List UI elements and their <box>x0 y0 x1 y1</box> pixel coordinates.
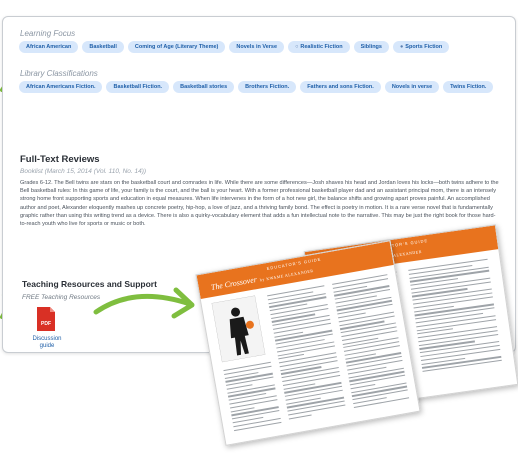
discussion-guide-link[interactable]: Discussion guide <box>27 336 67 350</box>
tag-chip[interactable]: Fathers and sons Fiction. <box>300 81 381 93</box>
tag-chip[interactable]: Basketball <box>82 41 124 53</box>
tag-chip-label: African Americans Fiction. <box>26 84 96 90</box>
tag-chip-label: Coming of Age (Literary Theme) <box>134 44 219 50</box>
teaching-resources-subtitle: FREE Teaching Resources <box>22 294 101 301</box>
learning-focus-chips: African American Basketball Coming of Age … <box>19 41 505 53</box>
tag-chip[interactable]: Novels in Verse <box>229 41 285 53</box>
book-cover-image <box>211 295 266 363</box>
tag-chip-label: Novels in verse <box>391 84 433 90</box>
arrow-pointer-icon <box>93 287 195 319</box>
tag-chip[interactable]: ○ Realistic Fiction <box>288 41 350 53</box>
library-classifications-chips: African Americans Fiction. Basketball Fic… <box>19 81 505 93</box>
tag-chip[interactable]: Basketball stories <box>173 81 235 93</box>
tag-chip[interactable]: Novels in verse <box>384 81 440 93</box>
tag-chip[interactable]: African American <box>19 41 79 53</box>
tag-chip-label: African American <box>26 44 72 50</box>
library-classifications-label: Library Classifications <box>20 69 98 78</box>
tag-chip-label: Siblings <box>360 44 382 50</box>
review-source: Booklist (March 15, 2014 (Vol. 110, No. … <box>20 168 147 175</box>
pdf-file-icon[interactable]: PDF <box>36 306 56 332</box>
tag-chip[interactable]: Basketball Fiction. <box>106 81 170 93</box>
tag-chip-label: Basketball stories <box>180 84 228 90</box>
tag-chip-label: Basketball <box>89 44 117 50</box>
circle-dot-icon: ○ <box>295 44 299 50</box>
tag-chip[interactable]: Twins Fiction. <box>443 81 494 93</box>
tag-chip[interactable]: ● Sports Fiction <box>392 41 450 53</box>
tag-chip-label: Sports Fiction <box>405 44 443 50</box>
tag-chip-label: Twins Fiction. <box>450 84 487 90</box>
tag-chip-label: Fathers and sons Fiction. <box>307 84 374 90</box>
tag-chip[interactable]: Brothers Fiction. <box>238 81 297 93</box>
tag-chip[interactable]: Coming of Age (Literary Theme) <box>127 41 226 53</box>
tag-chip-label: Realistic Fiction <box>300 44 343 50</box>
full-text-reviews-heading: Full-Text Reviews <box>20 154 100 165</box>
learning-focus-label: Learning Focus <box>20 29 76 38</box>
tag-chip[interactable]: African Americans Fiction. <box>19 81 103 93</box>
tag-chip-label: Brothers Fiction. <box>245 84 290 90</box>
pdf-icon-text: PDF <box>41 321 51 327</box>
tag-chip-label: Novels in Verse <box>236 44 278 50</box>
tag-chip[interactable]: Siblings <box>353 41 389 53</box>
review-body: Grades 6-12. The Bell twins are stars on… <box>20 180 499 228</box>
guide-page-front: EDUCATOR'S GUIDE The Crossover by KWAME A… <box>195 240 421 446</box>
filled-dot-icon: ● <box>399 44 404 50</box>
tag-chip-label: Basketball Fiction. <box>113 84 163 90</box>
